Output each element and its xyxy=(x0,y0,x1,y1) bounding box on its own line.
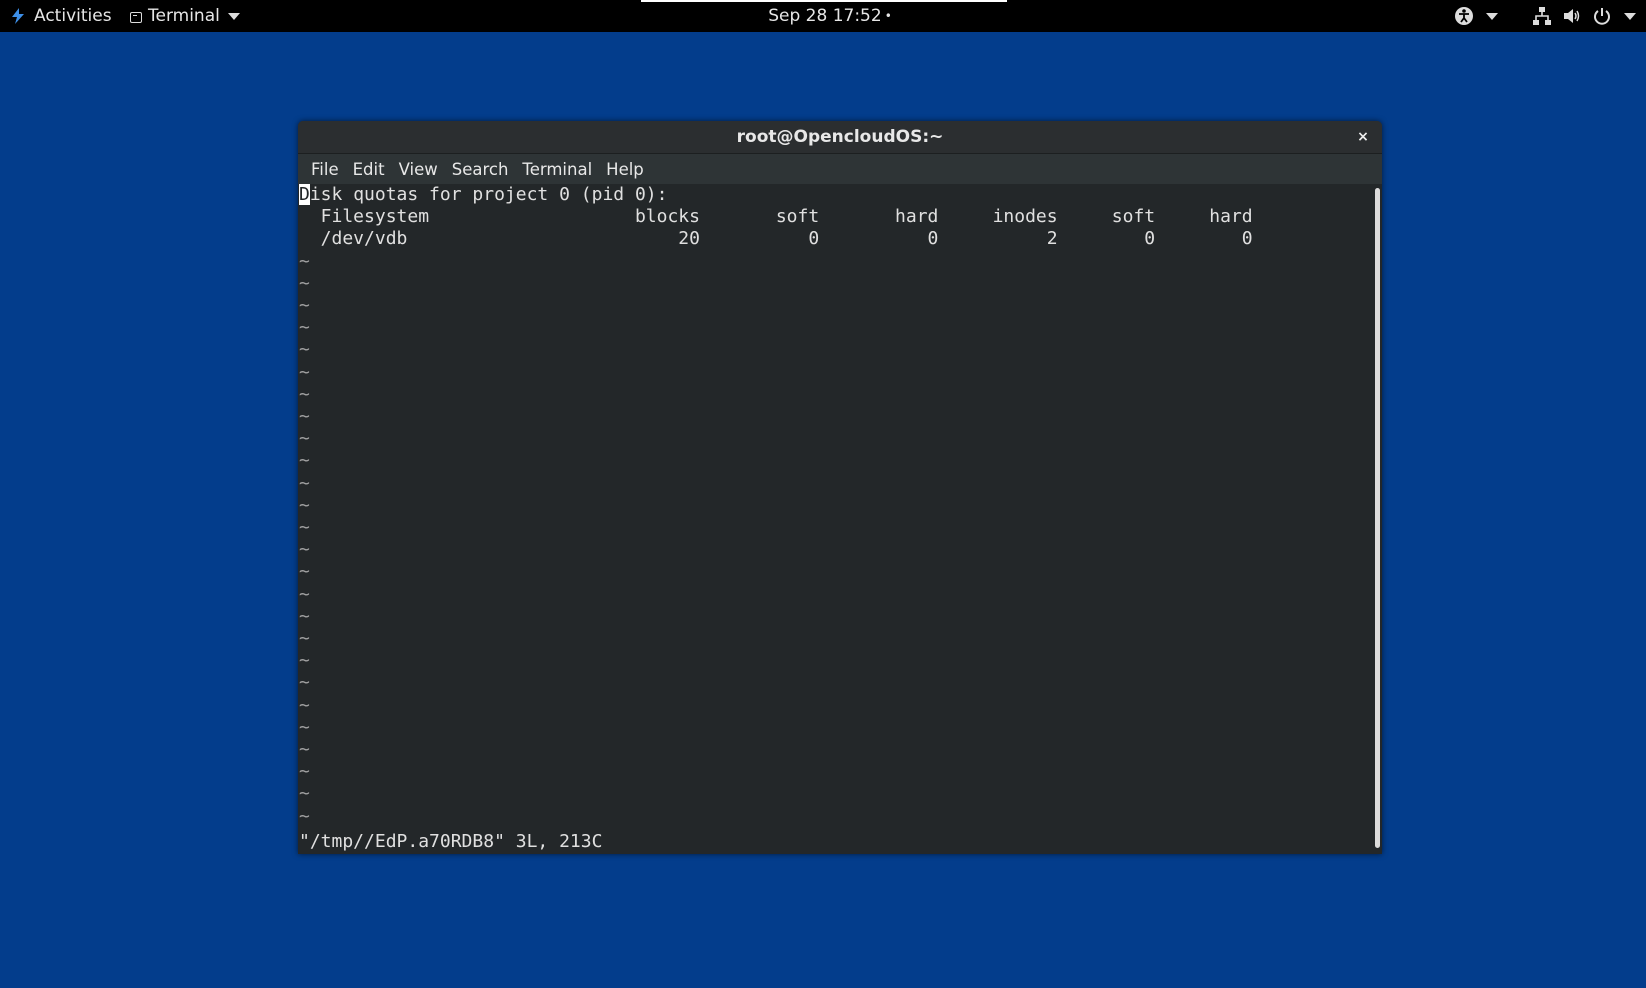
close-icon[interactable]: × xyxy=(1354,121,1372,153)
scrollbar-thumb[interactable] xyxy=(1375,188,1380,848)
scrollbar[interactable] xyxy=(1374,184,1382,854)
tilde-line: ~ xyxy=(299,561,310,583)
tilde-line: ~ xyxy=(299,406,310,428)
tilde-line: ~ xyxy=(299,450,310,472)
menu-help[interactable]: Help xyxy=(599,160,651,179)
tilde-line: ~ xyxy=(299,650,310,672)
notification-dot: • xyxy=(884,9,892,23)
window-title: root@OpencloudOS:~ xyxy=(736,127,944,147)
tilde-line: ~ xyxy=(299,583,310,605)
tilde-line: ~ xyxy=(299,361,310,383)
tilde-line: ~ xyxy=(299,339,310,361)
power-icon[interactable] xyxy=(1592,6,1612,26)
system-tray[interactable] xyxy=(1454,0,1636,32)
terminal-content[interactable]: Disk quotas for project 0 (pid 0): Files… xyxy=(298,184,1374,854)
menu-search[interactable]: Search xyxy=(445,160,516,179)
tilde-line: ~ xyxy=(299,716,310,738)
network-icon[interactable] xyxy=(1532,6,1552,26)
tilde-line: ~ xyxy=(299,805,310,827)
menu-edit[interactable]: Edit xyxy=(346,160,392,179)
tilde-line: ~ xyxy=(299,494,310,516)
text-cursor: D xyxy=(299,184,310,205)
tilde-line: ~ xyxy=(299,605,310,627)
tilde-line: ~ xyxy=(299,317,310,339)
terminal-window[interactable]: root@OpencloudOS:~ × File Edit View Sear… xyxy=(298,121,1382,854)
tilde-line: ~ xyxy=(299,761,310,783)
tilde-line: ~ xyxy=(299,672,310,694)
menu-file[interactable]: File xyxy=(304,160,346,179)
quota-header: Filesystem blocks soft hard inodes soft … xyxy=(299,206,1253,228)
tilde-line: ~ xyxy=(299,383,310,405)
tilde-line: ~ xyxy=(299,472,310,494)
tilde-line: ~ xyxy=(299,628,310,650)
line-1-text: isk quotas for project 0 (pid 0): xyxy=(309,184,668,205)
menu-terminal[interactable]: Terminal xyxy=(515,160,599,179)
vim-status-line: "/tmp//EdP.a70RDB8" 3L, 213C xyxy=(299,831,603,852)
chevron-down-icon[interactable] xyxy=(1624,12,1636,20)
tilde-line: ~ xyxy=(299,250,310,272)
tilde-line: ~ xyxy=(299,783,310,805)
clock[interactable]: Sep 28 17:52 • xyxy=(0,0,1646,32)
tilde-line: ~ xyxy=(299,739,310,761)
terminal-line-1: Disk quotas for project 0 (pid 0): xyxy=(299,184,1253,206)
menu-view[interactable]: View xyxy=(392,160,445,179)
tilde-line: ~ xyxy=(299,517,310,539)
tilde-line: ~ xyxy=(299,539,310,561)
menu-bar: File Edit View Search Terminal Help xyxy=(298,154,1382,184)
volume-icon[interactable] xyxy=(1562,6,1582,26)
tilde-line: ~ xyxy=(299,295,310,317)
tilde-line: ~ xyxy=(299,428,310,450)
terminal-lines: Disk quotas for project 0 (pid 0): Files… xyxy=(299,184,1253,828)
top-bar: Activities Terminal Sep 28 17:52 • xyxy=(0,0,1646,32)
window-titlebar[interactable]: root@OpencloudOS:~ × xyxy=(298,121,1382,154)
accessibility-icon[interactable] xyxy=(1454,6,1474,26)
tilde-line: ~ xyxy=(299,272,310,294)
tilde-lines: ~ ~ ~ ~ ~ ~ ~ ~ ~ ~ ~ ~ ~ ~ ~ ~ ~ ~ ~ ~ ~ ~ ~ ~ ~ ~ xyxy=(299,251,1253,828)
clock-text: Sep 28 17:52 xyxy=(768,6,882,26)
quota-row: /dev/vdb 20 0 0 2 0 0 xyxy=(299,228,1253,250)
chevron-down-icon[interactable] xyxy=(1486,12,1498,20)
tilde-line: ~ xyxy=(299,694,310,716)
